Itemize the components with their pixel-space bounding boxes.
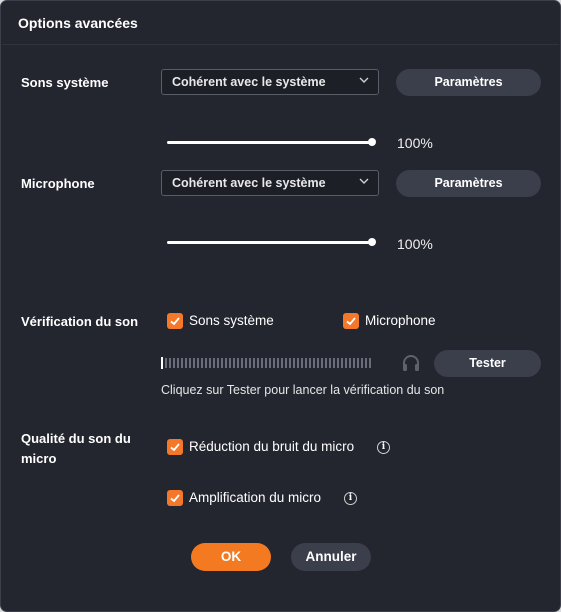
meter-tick xyxy=(253,358,255,368)
meter-tick xyxy=(197,358,199,368)
meter-tick xyxy=(349,358,351,368)
meter-tick xyxy=(333,358,335,368)
meter-tick xyxy=(337,358,339,368)
meter-tick xyxy=(209,358,211,368)
system-sounds-settings-button[interactable]: Paramètres xyxy=(396,69,541,96)
meter-tick xyxy=(241,358,243,368)
meter-tick xyxy=(205,358,207,368)
chevron-down-icon xyxy=(359,178,369,184)
advanced-options-dialog: Options avancées Sons système Cohérent a… xyxy=(0,0,561,612)
meter-tick xyxy=(277,358,279,368)
info-icon[interactable]: i xyxy=(344,492,357,505)
meter-tick xyxy=(201,358,203,368)
meter-tick xyxy=(165,358,167,368)
meter-tick xyxy=(217,358,219,368)
system-sounds-device-select[interactable]: Cohérent avec le système xyxy=(161,69,379,95)
microphone-volume-slider[interactable] xyxy=(167,241,372,244)
test-sound-button[interactable]: Tester xyxy=(434,350,541,377)
meter-tick xyxy=(237,358,239,368)
meter-tick xyxy=(357,358,359,368)
sound-level-meter xyxy=(161,357,373,369)
meter-tick xyxy=(233,358,235,368)
microphone-volume-value: 100% xyxy=(397,236,433,252)
checkmark-icon xyxy=(170,443,180,452)
meter-tick xyxy=(289,358,291,368)
meter-tick xyxy=(329,358,331,368)
meter-tick xyxy=(305,358,307,368)
meter-tick xyxy=(365,358,367,368)
meter-tick xyxy=(313,358,315,368)
system-sounds-volume-thumb[interactable] xyxy=(368,138,376,146)
meter-tick xyxy=(273,358,275,368)
meter-tick xyxy=(341,358,343,368)
checkmark-icon xyxy=(346,317,356,326)
meter-tick xyxy=(213,358,215,368)
ok-button[interactable]: OK xyxy=(191,543,271,571)
system-sounds-volume-value: 100% xyxy=(397,135,433,151)
info-icon[interactable]: i xyxy=(377,441,390,454)
mic-quality-label-line1: Qualité du son du xyxy=(21,431,131,446)
microphone-device-value: Cohérent avec le système xyxy=(172,176,326,190)
meter-tick xyxy=(221,358,223,368)
meter-tick xyxy=(249,358,251,368)
meter-tick xyxy=(193,358,195,368)
meter-tick xyxy=(293,358,295,368)
sound-check-hint: Cliquez sur Tester pour lancer la vérifi… xyxy=(161,383,445,397)
meter-tick xyxy=(281,358,283,368)
system-sounds-label: Sons système xyxy=(21,75,109,90)
headphones-icon xyxy=(403,355,419,371)
meter-tick xyxy=(345,358,347,368)
meter-tick xyxy=(297,358,299,368)
microphone-settings-button[interactable]: Paramètres xyxy=(396,170,541,197)
sound-check-microphone-checkbox[interactable] xyxy=(343,313,359,329)
checkmark-icon xyxy=(170,317,180,326)
meter-tick xyxy=(173,358,175,368)
microphone-device-select[interactable]: Cohérent avec le système xyxy=(161,170,379,196)
meter-tick xyxy=(261,358,263,368)
sound-check-label: Vérification du son xyxy=(21,314,139,329)
meter-tick xyxy=(301,358,303,368)
meter-tick xyxy=(269,358,271,368)
checkmark-icon xyxy=(170,494,180,503)
sound-check-system-checkbox[interactable] xyxy=(167,313,183,329)
chevron-down-icon xyxy=(359,77,369,83)
amplification-checkbox[interactable] xyxy=(167,490,183,506)
meter-tick xyxy=(265,358,267,368)
meter-tick xyxy=(325,358,327,368)
header-divider xyxy=(2,44,559,45)
system-sounds-volume-slider[interactable] xyxy=(167,141,372,144)
microphone-label: Microphone xyxy=(21,176,95,191)
noise-reduction-label: Réduction du bruit du micro xyxy=(189,439,355,454)
meter-tick xyxy=(189,358,191,368)
meter-tick xyxy=(169,358,171,368)
dialog-title: Options avancées xyxy=(18,15,138,31)
cancel-button[interactable]: Annuler xyxy=(291,543,371,571)
mic-quality-label-line2: micro xyxy=(21,451,57,466)
sound-check-microphone-label: Microphone xyxy=(365,313,436,328)
meter-tick xyxy=(185,358,187,368)
meter-tick xyxy=(321,358,323,368)
system-sounds-device-value: Cohérent avec le système xyxy=(172,75,326,89)
meter-start-tick xyxy=(161,357,163,369)
meter-tick xyxy=(257,358,259,368)
meter-tick xyxy=(245,358,247,368)
meter-tick xyxy=(285,358,287,368)
meter-tick xyxy=(229,358,231,368)
meter-tick xyxy=(309,358,311,368)
meter-tick xyxy=(361,358,363,368)
meter-tick xyxy=(317,358,319,368)
noise-reduction-checkbox[interactable] xyxy=(167,439,183,455)
meter-tick xyxy=(181,358,183,368)
meter-tick xyxy=(369,358,371,368)
microphone-volume-thumb[interactable] xyxy=(368,238,376,246)
meter-tick xyxy=(353,358,355,368)
meter-tick xyxy=(225,358,227,368)
amplification-label: Amplification du micro xyxy=(189,490,322,505)
sound-check-system-label: Sons système xyxy=(189,313,274,328)
meter-tick xyxy=(177,358,179,368)
